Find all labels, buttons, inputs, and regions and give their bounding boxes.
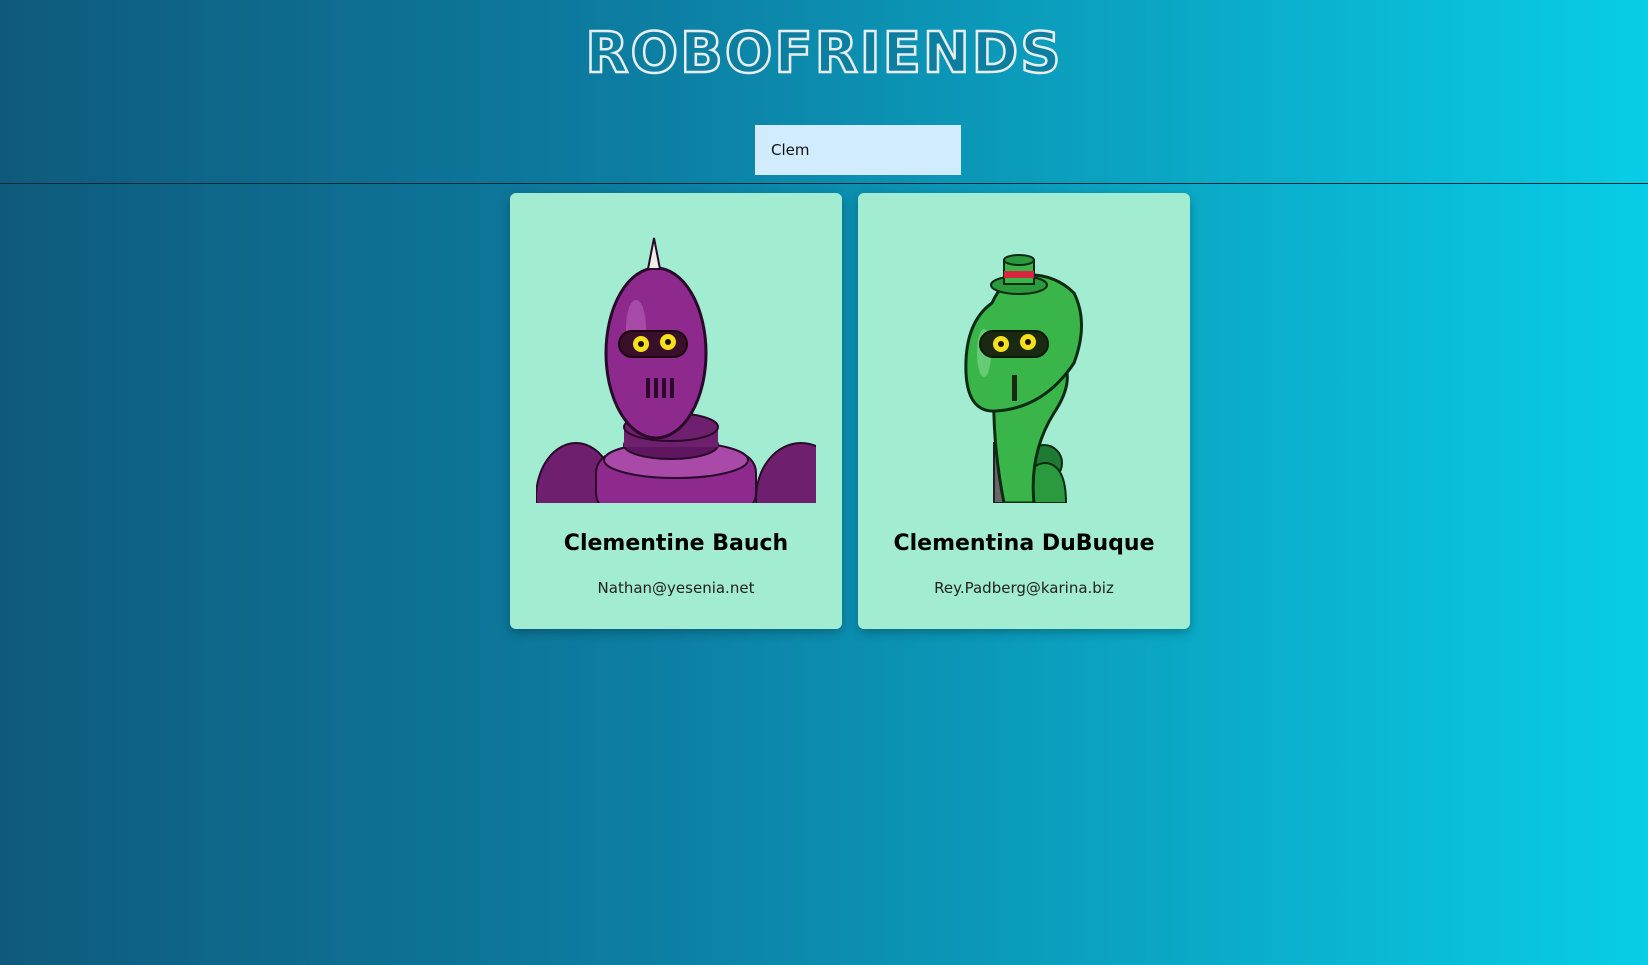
page-header: ROBOFRIENDS: [0, 0, 1648, 184]
page-title: ROBOFRIENDS: [584, 21, 1063, 86]
robot-avatar: [884, 213, 1164, 503]
green-robot-image: [964, 254, 1083, 503]
robot-avatar: [536, 213, 816, 503]
robot-name: Clementine Bauch: [563, 531, 789, 556]
robot-card[interactable]: Clementina DuBuque Rey.Padberg@karina.bi…: [858, 193, 1190, 629]
robot-email: Nathan@yesenia.net: [597, 579, 755, 597]
robot-card[interactable]: Clementine Bauch Nathan@yesenia.net: [510, 193, 842, 629]
search-input[interactable]: [755, 125, 961, 175]
purple-robot-image: [536, 237, 816, 503]
robot-email: Rey.Padberg@karina.biz: [934, 579, 1114, 597]
robot-name: Clementina DuBuque: [893, 531, 1155, 556]
